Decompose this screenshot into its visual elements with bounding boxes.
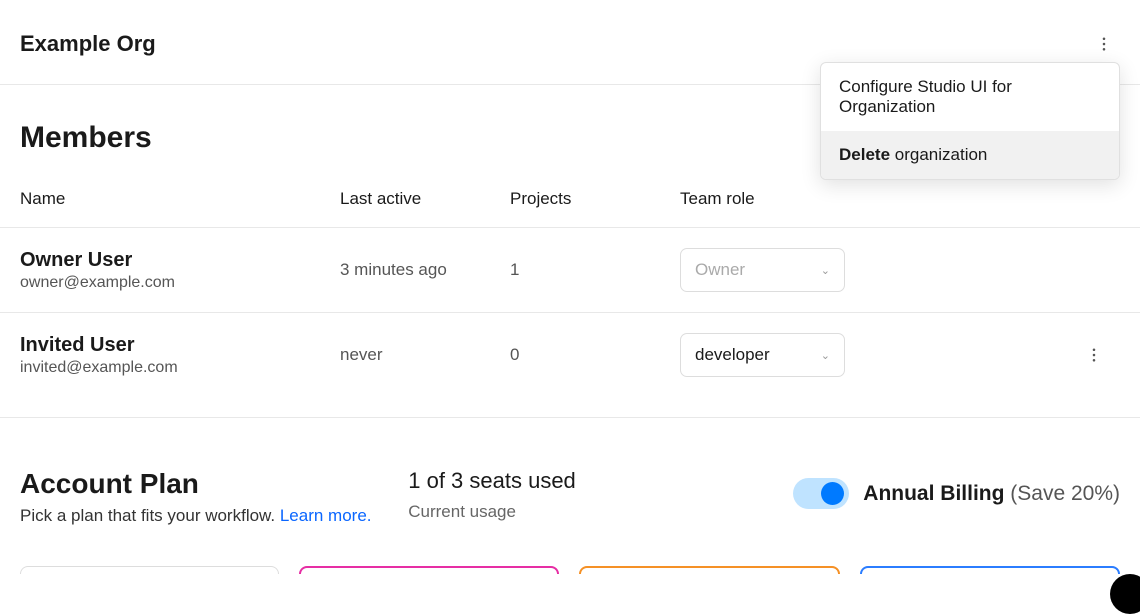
- member-last-active: never: [340, 345, 510, 365]
- billing-save: (Save 20%): [1004, 482, 1120, 505]
- role-value: developer: [695, 345, 770, 365]
- billing-bold: Annual Billing: [863, 482, 1004, 505]
- plan-card[interactable]: [579, 566, 840, 574]
- member-projects: 0: [510, 345, 680, 365]
- table-row: Owner User owner@example.com 3 minutes a…: [0, 227, 1140, 312]
- col-last-active-header: Last active: [340, 189, 510, 209]
- toggle-knob: [821, 482, 844, 505]
- plan-sub-text: Pick a plan that fits your workflow.: [20, 506, 280, 525]
- plan-card[interactable]: [299, 566, 560, 574]
- role-value: Owner: [695, 260, 745, 280]
- member-email: invited@example.com: [20, 359, 340, 377]
- seats-used: 1 of 3 seats used: [408, 468, 732, 494]
- col-name-header: Name: [20, 189, 340, 209]
- plan-card[interactable]: [860, 566, 1121, 574]
- billing-label: Annual Billing (Save 20%): [863, 482, 1120, 506]
- org-context-menu: Configure Studio UI for Organization Del…: [820, 62, 1120, 180]
- more-vertical-icon: [1095, 35, 1113, 53]
- current-usage-label: Current usage: [408, 502, 732, 522]
- delete-rest: organization: [890, 145, 987, 164]
- menu-item-configure-studio[interactable]: Configure Studio UI for Organization: [821, 63, 1119, 131]
- org-more-button[interactable]: [1088, 28, 1120, 60]
- member-more-button[interactable]: [1078, 339, 1110, 371]
- role-select-owner: Owner ⌄: [680, 248, 845, 292]
- table-row: Invited User invited@example.com never 0…: [0, 312, 1140, 397]
- annual-billing-toggle[interactable]: [793, 478, 849, 509]
- col-projects-header: Projects: [510, 189, 680, 209]
- member-name: Invited User: [20, 334, 340, 357]
- account-plan-sub: Pick a plan that fits your workflow. Lea…: [20, 506, 408, 526]
- chevron-down-icon: ⌄: [821, 349, 830, 362]
- floating-action-button[interactable]: [1110, 574, 1140, 614]
- org-title: Example Org: [20, 31, 156, 57]
- member-last-active: 3 minutes ago: [340, 260, 510, 280]
- menu-item-delete-org[interactable]: Delete organization: [821, 131, 1119, 179]
- plan-card[interactable]: [20, 566, 279, 574]
- plan-cards-strip: [0, 526, 1140, 574]
- account-plan-heading: Account Plan: [20, 468, 408, 500]
- member-email: owner@example.com: [20, 274, 340, 292]
- members-table-head: Name Last active Projects Team role: [0, 189, 1140, 227]
- more-vertical-icon: [1085, 346, 1103, 364]
- member-name: Owner User: [20, 249, 340, 272]
- learn-more-link[interactable]: Learn more.: [280, 506, 372, 525]
- member-projects: 1: [510, 260, 680, 280]
- chevron-down-icon: ⌄: [821, 264, 830, 277]
- delete-bold: Delete: [839, 145, 890, 164]
- role-select-developer[interactable]: developer ⌄: [680, 333, 845, 377]
- col-role-header: Team role: [680, 189, 1010, 209]
- members-heading: Members: [20, 121, 152, 155]
